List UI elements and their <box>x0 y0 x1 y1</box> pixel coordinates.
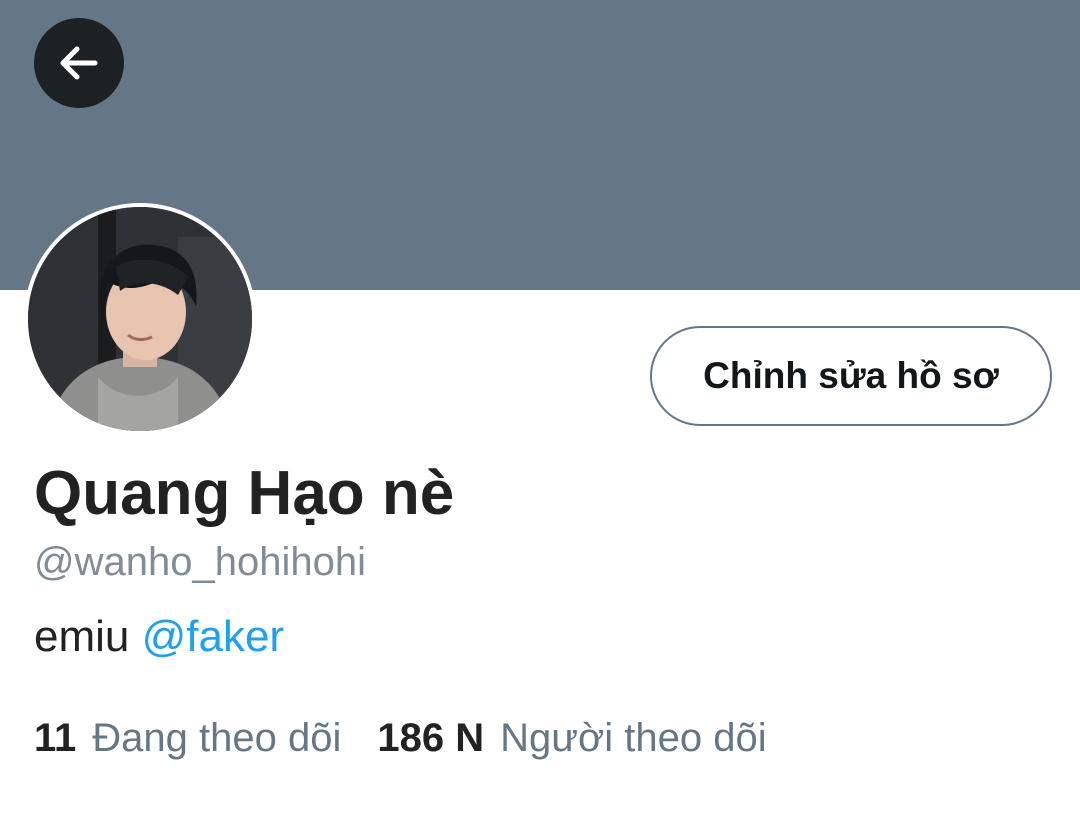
followers-label: Người theo dõi <box>500 716 767 760</box>
followers-count: 186 N <box>377 716 485 760</box>
user-handle: @wanho_hohihohi <box>34 540 366 584</box>
bio-text: emiu <box>34 612 142 661</box>
follow-stats: 11 Đang theo dõi 186 N Người theo dõi <box>34 716 767 761</box>
back-button[interactable] <box>34 18 124 108</box>
avatar[interactable] <box>24 203 256 435</box>
display-name: Quang Hạo nè <box>34 459 455 528</box>
profile-page: Chỉnh sửa hồ sơ Quang Hạo nè @wanho_hohi… <box>0 0 1080 830</box>
following-label: Đang theo dõi <box>92 716 342 760</box>
edit-profile-label: Chỉnh sửa hồ sơ <box>703 355 999 396</box>
profile-photo <box>28 207 252 431</box>
followers-stat[interactable]: 186 N Người theo dõi <box>377 716 766 761</box>
edit-profile-button[interactable]: Chỉnh sửa hồ sơ <box>650 326 1052 426</box>
bio: emiu @faker <box>34 612 284 662</box>
bio-mention-link[interactable]: @faker <box>142 612 284 661</box>
following-stat[interactable]: 11 Đang theo dõi <box>34 716 341 761</box>
following-count: 11 <box>34 716 77 760</box>
arrow-left-icon <box>60 46 98 80</box>
